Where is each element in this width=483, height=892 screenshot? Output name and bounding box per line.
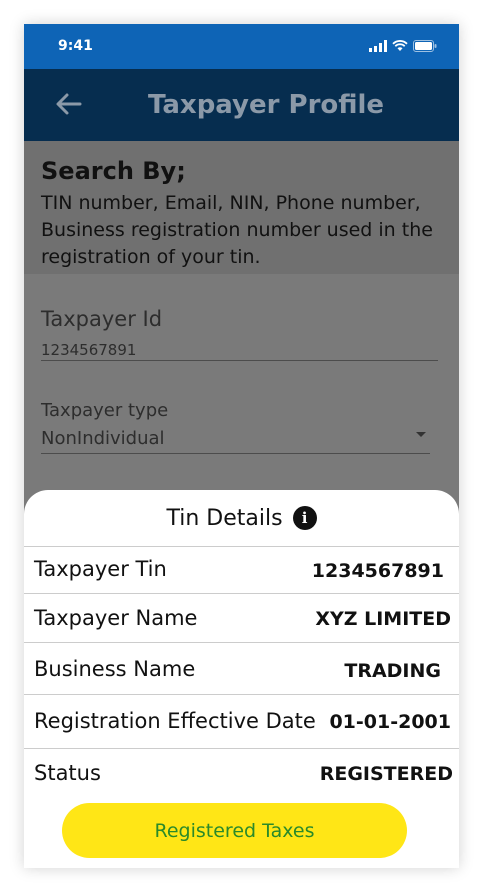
signal-icon <box>369 40 387 52</box>
phone-screen: 9:41 Taxpayer Profile Search By; TIN num… <box>24 24 459 868</box>
taxpayer-id-input[interactable]: 1234567891 <box>41 341 136 359</box>
detail-row-status: Status REGISTERED <box>24 748 459 797</box>
detail-value: REGISTERED <box>319 763 453 785</box>
detail-label: Taxpayer Tin <box>34 557 167 581</box>
detail-label: Status <box>34 761 101 785</box>
detail-row-registration-date: Registration Effective Date 01-01-2001 <box>24 694 459 749</box>
detail-row-taxpayer-name: Taxpayer Name XYZ LIMITED <box>24 593 459 643</box>
wifi-icon <box>392 40 408 51</box>
sheet-header: Tin Details i <box>24 490 459 546</box>
back-button[interactable] <box>52 87 86 121</box>
detail-row-taxpayer-tin: Taxpayer Tin 1234567891 <box>24 546 459 594</box>
detail-value: TRADING <box>344 660 441 682</box>
detail-row-business-name: Business Name TRADING <box>24 642 459 695</box>
detail-label: Taxpayer Name <box>34 606 198 630</box>
app-bar: Taxpayer Profile <box>24 69 459 141</box>
sheet-title: Tin Details <box>166 505 283 531</box>
taxpayer-type-underline <box>41 453 430 454</box>
taxpayer-id-underline <box>41 360 438 361</box>
battery-icon <box>413 40 437 52</box>
search-by-description: TIN number, Email, NIN, Phone number, Bu… <box>41 192 433 268</box>
taxpayer-type-label: Taxpayer type <box>41 400 169 421</box>
detail-value: 01-01-2001 <box>329 711 451 733</box>
chevron-down-icon[interactable] <box>416 432 426 437</box>
info-icon[interactable]: i <box>292 506 317 530</box>
detail-value: 1234567891 <box>311 560 444 582</box>
search-by-title: Search By; <box>41 157 186 185</box>
status-bar: 9:41 <box>24 24 459 69</box>
page-title: Taxpayer Profile <box>148 90 385 120</box>
taxpayer-type-select[interactable]: NonIndividual <box>41 428 165 449</box>
arrow-left-icon <box>56 93 82 115</box>
status-time: 9:41 <box>58 38 93 54</box>
status-icons <box>369 40 437 52</box>
detail-value: XYZ LIMITED <box>315 608 451 630</box>
detail-label: Business Name <box>34 657 196 681</box>
search-by-section: Search By; TIN number, Email, NIN, Phone… <box>24 141 459 274</box>
tin-details-sheet: Tin Details i Taxpayer Tin 1234567891 Ta… <box>24 490 459 868</box>
taxpayer-id-label: Taxpayer Id <box>41 307 163 331</box>
detail-label: Registration Effective Date <box>34 709 316 733</box>
registered-taxes-button[interactable]: Registered Taxes <box>62 803 407 858</box>
